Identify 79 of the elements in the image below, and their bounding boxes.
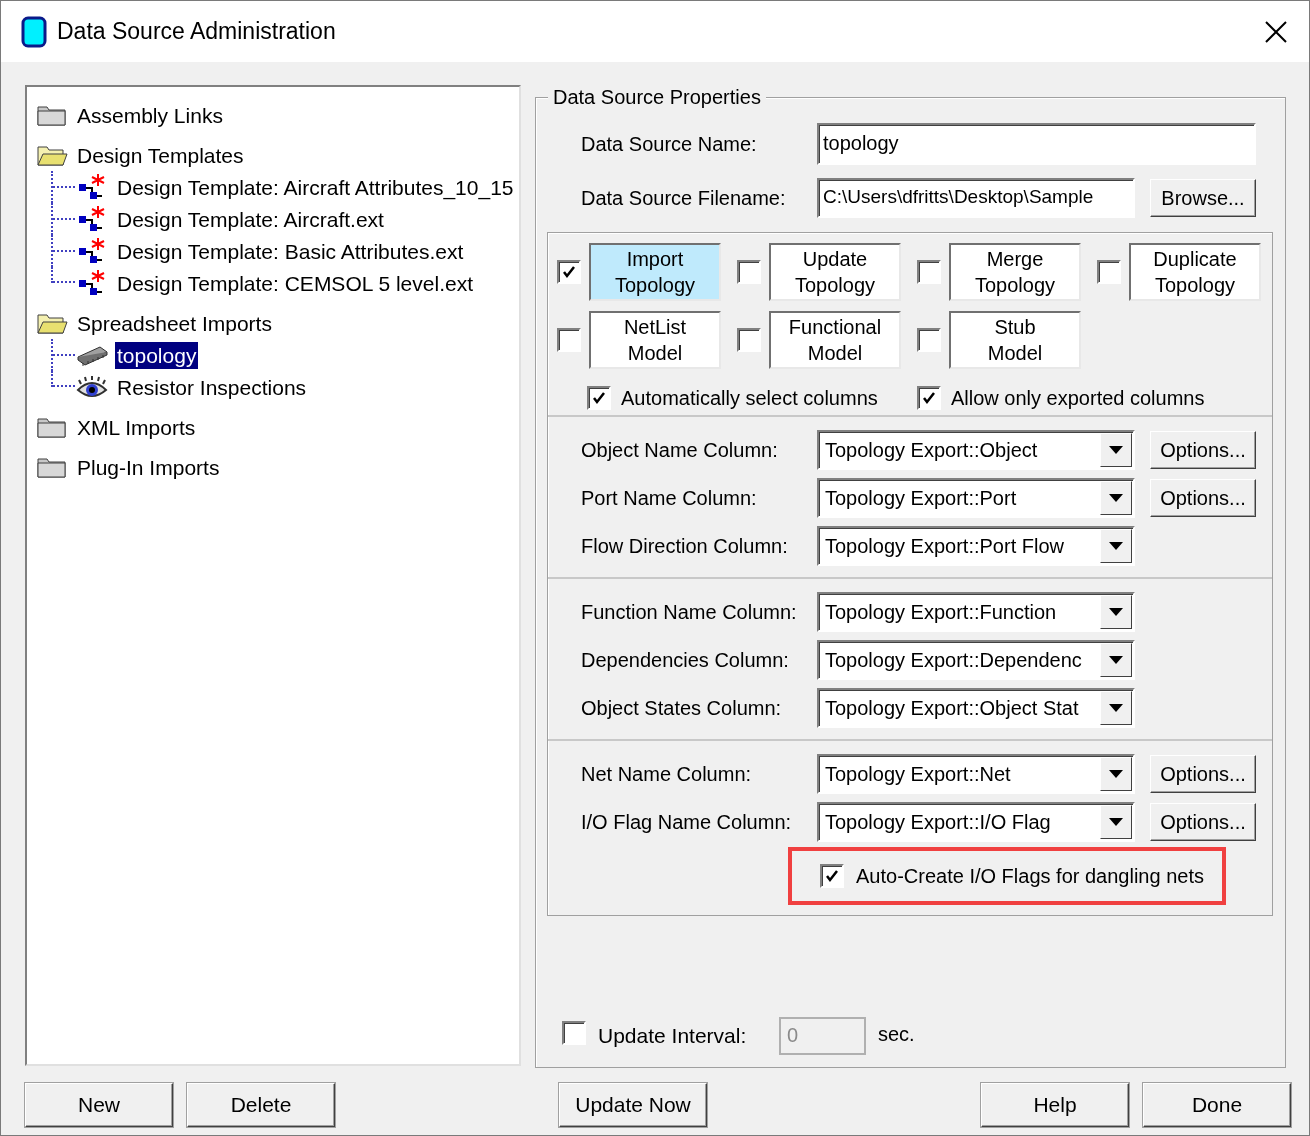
checkbox[interactable]: [737, 260, 761, 284]
tree-item[interactable]: Design Template: Basic Attributes.ext: [115, 237, 466, 265]
field-label: Data Source Filename:: [581, 186, 787, 211]
check-icon: [922, 391, 936, 405]
mode-button[interactable]: Stub Model: [949, 311, 1081, 369]
field-label: Net Name Column:: [581, 762, 753, 787]
tree-item[interactable]: Design Template: Aircraft Attributes_10_15: [115, 173, 516, 201]
field-label: Object States Column:: [581, 696, 783, 721]
tree-item[interactable]: Design Templates: [75, 141, 246, 169]
tree-item[interactable]: topology: [115, 341, 199, 369]
eye-icon: [75, 374, 109, 400]
column-dropdown[interactable]: Topology Export::Port: [817, 478, 1135, 518]
browse-button[interactable]: Browse...: [1150, 179, 1256, 217]
field-label: Flow Direction Column:: [581, 534, 789, 559]
checkbox[interactable]: [557, 328, 581, 352]
caret-icon: [1109, 704, 1123, 712]
checkbox[interactable]: [917, 260, 941, 284]
field-label: Object Name Column:: [581, 438, 779, 463]
field-label: Data Source Name:: [581, 132, 758, 157]
tree-item[interactable]: Design Template: CEMSOL 5 level.ext: [115, 269, 475, 297]
tree-item[interactable]: Assembly Links: [75, 101, 225, 129]
tree-item[interactable]: Resistor Inspections: [115, 373, 309, 401]
mode-button[interactable]: Functional Model: [769, 311, 901, 369]
column-dropdown[interactable]: Topology Export::Object: [817, 430, 1135, 470]
check-icon: [825, 869, 839, 883]
mode-button[interactable]: NetList Model: [589, 311, 721, 369]
name-field[interactable]: topology: [817, 123, 1256, 165]
tree-item[interactable]: Spreadsheet Imports: [75, 309, 274, 337]
field-label: Port Name Column:: [581, 486, 758, 511]
checkbox[interactable]: [917, 328, 941, 352]
checkbox[interactable]: [820, 864, 844, 888]
dialog-button[interactable]: New: [25, 1083, 173, 1127]
checkbox-label: Update Interval:: [598, 1023, 748, 1050]
close-icon[interactable]: [1265, 20, 1287, 43]
column-dropdown[interactable]: Topology Export::Net: [817, 754, 1135, 794]
unit-label: sec.: [878, 1022, 915, 1047]
database-icon: [21, 15, 47, 48]
field-label: Dependencies Column:: [581, 648, 790, 673]
checkbox[interactable]: [557, 260, 581, 284]
caret-icon: [1109, 446, 1123, 454]
checkbox[interactable]: [1097, 260, 1121, 284]
tree-item[interactable]: Plug-In Imports: [75, 453, 222, 481]
checkbox[interactable]: [587, 386, 611, 410]
dialog-button[interactable]: Delete: [187, 1083, 335, 1127]
field-label: I/O Flag Name Column:: [581, 810, 793, 835]
options-button[interactable]: Options...: [1150, 431, 1256, 469]
column-dropdown[interactable]: Topology Export::Object Stat: [817, 688, 1135, 728]
dialog-button[interactable]: Done: [1143, 1083, 1291, 1127]
caret-icon: [1109, 770, 1123, 778]
column-dropdown[interactable]: Topology Export::I/O Flag: [817, 802, 1135, 842]
field-label: Function Name Column:: [581, 600, 798, 625]
options-button[interactable]: Options...: [1150, 479, 1256, 517]
checkbox-label: Automatically select columns: [621, 386, 878, 411]
options-button[interactable]: Options...: [1150, 803, 1256, 841]
mode-button[interactable]: Update Topology: [769, 243, 901, 301]
tree-item[interactable]: XML Imports: [75, 413, 198, 441]
caret-icon: [1109, 542, 1123, 550]
column-dropdown[interactable]: Topology Export::Dependenc: [817, 640, 1135, 680]
mode-button[interactable]: Duplicate Topology: [1129, 243, 1261, 301]
window-title: Data Source Administration: [57, 17, 336, 47]
tree-item[interactable]: Design Template: Aircraft.ext: [115, 205, 386, 233]
caret-icon: [1109, 608, 1123, 616]
check-icon: [562, 265, 576, 279]
column-dropdown[interactable]: Topology Export::Port Flow: [817, 526, 1135, 566]
checkbox-label: Allow only exported columns: [951, 386, 1205, 411]
column-dropdown[interactable]: Topology Export::Function: [817, 592, 1135, 632]
caret-icon: [1109, 494, 1123, 502]
caret-icon: [1109, 818, 1123, 826]
mode-button[interactable]: Import Topology: [589, 243, 721, 301]
options-button[interactable]: Options...: [1150, 755, 1256, 793]
checkbox[interactable]: [917, 386, 941, 410]
caret-icon: [1109, 656, 1123, 664]
checkbox[interactable]: [737, 328, 761, 352]
mode-button[interactable]: Merge Topology: [949, 243, 1081, 301]
check-icon: [592, 391, 606, 405]
dialog-button[interactable]: Help: [981, 1083, 1129, 1127]
dialog-button[interactable]: Update Now: [559, 1083, 707, 1127]
filename-field[interactable]: C:\Users\dfritts\Desktop\Sample: [817, 178, 1135, 218]
checkbox-label: Auto-Create I/O Flags for dangling nets: [856, 864, 1204, 889]
